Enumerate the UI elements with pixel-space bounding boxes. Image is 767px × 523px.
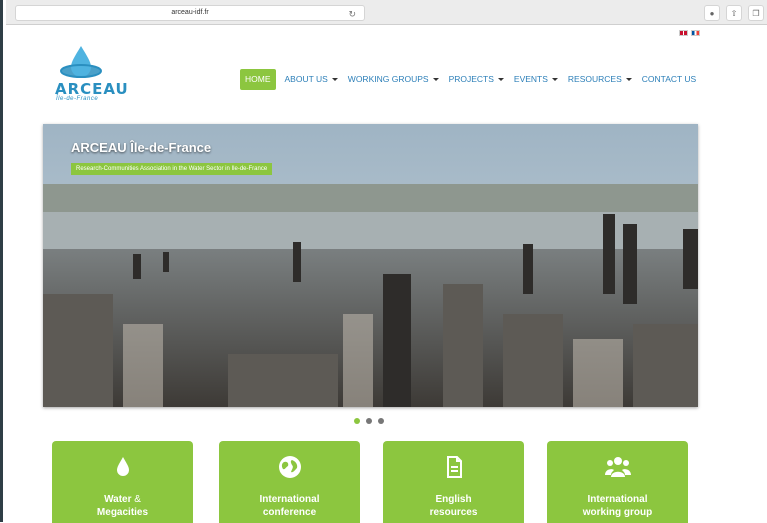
chevron-down-icon [625,78,632,82]
chevron-down-icon [331,78,338,82]
tabs-icon[interactable]: ❐ [748,5,764,21]
chevron-down-icon [497,78,504,82]
site-logo[interactable]: ARCEAU Île-de-France [51,44,131,106]
card-label: International working group [582,494,653,518]
card-international-conference[interactable]: International conference [219,441,360,523]
browser-tools: ● ⇧ ❐ [704,5,764,21]
hero-slider[interactable]: ARCEAU Île-de-France Research-Communitie… [43,124,698,407]
document-icon [446,456,462,478]
card-water-megacities[interactable]: Water & Megacities [52,441,193,523]
share-icon[interactable]: ⇧ [726,5,742,21]
group-icon [604,457,631,477]
logo-subtitle: Île-de-France [56,96,99,102]
slider-dot-3[interactable] [378,418,384,424]
chevron-down-icon [551,78,558,82]
nav-home[interactable]: HOME [240,69,276,90]
slider-dot-2[interactable] [366,418,372,424]
download-icon[interactable]: ● [704,5,720,21]
main-nav: HOME ABOUT US WORKING GROUPS PROJECTS EV… [240,69,701,90]
card-english-resources[interactable]: English resources [383,441,524,523]
card-label: Water & Megacities [96,494,149,518]
chevron-down-icon [432,78,439,82]
browser-toolbar: arceau-idf.fr ↻ ● ⇧ ❐ [6,0,767,25]
nav-contact-us[interactable]: CONTACT US [637,69,701,90]
nav-about-us[interactable]: ABOUT US [280,69,343,90]
nav-working-groups[interactable]: WORKING GROUPS [343,69,444,90]
card-international-working-group[interactable]: International working group [547,441,688,523]
logo-drop-icon [60,46,102,78]
nav-events[interactable]: EVENTS [509,69,563,90]
globe-icon [278,456,301,478]
page-frame: arceau-idf.fr ↻ ● ⇧ ❐ ARCEAU Île-de-Fran… [0,0,767,523]
water-drop-icon [116,457,129,476]
language-switcher [679,30,700,36]
card-label: International conference [259,494,320,518]
slider-dots [354,418,384,424]
hero-title: ARCEAU Île-de-France [71,140,212,155]
uk-flag-icon[interactable] [679,30,688,36]
fr-flag-icon[interactable] [691,30,700,36]
nav-resources[interactable]: RESOURCES [563,69,637,90]
reload-icon[interactable]: ↻ [348,7,356,21]
address-text: arceau-idf.fr [171,9,209,16]
card-label: English resources [429,494,478,518]
slider-dot-1[interactable] [354,418,360,424]
address-bar[interactable]: arceau-idf.fr ↻ [15,5,365,21]
nav-projects[interactable]: PROJECTS [444,69,509,90]
hero-tagline: Research-Communities Association in the … [71,163,273,175]
